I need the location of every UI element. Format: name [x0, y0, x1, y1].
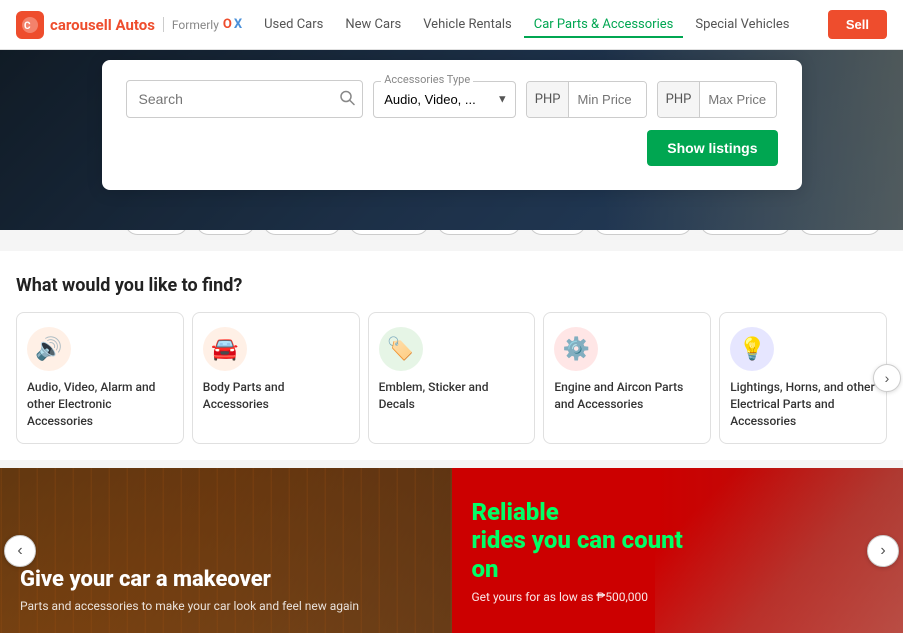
nav-car-parts[interactable]: Car Parts & Accessories	[524, 11, 684, 38]
category-body-icon: 🚘	[203, 327, 247, 371]
logo-icon: C	[16, 11, 44, 39]
accessories-label: Accessories Type	[381, 73, 473, 86]
category-emblem[interactable]: 🏷️ Emblem, Sticker and Decals	[368, 312, 536, 444]
categories-next-button[interactable]: ›	[873, 364, 901, 392]
banner-reliable-word: Reliable	[472, 498, 559, 526]
banners-section: ‹ Give your car a makeover Parts and acc…	[0, 468, 903, 633]
banner-next-button[interactable]: ›	[867, 535, 899, 567]
category-emblem-icon: 🏷️	[379, 327, 423, 371]
logo-brand: carousell Autos	[50, 16, 155, 34]
logo-area: C carousell Autos	[16, 11, 155, 39]
search-input-wrap	[126, 80, 364, 118]
search-icon-button[interactable]	[339, 90, 355, 109]
max-price-currency: PHP	[658, 82, 701, 117]
category-audio-icon: 🔊	[27, 327, 71, 371]
search-input[interactable]	[126, 80, 364, 118]
category-body-parts[interactable]: 🚘 Body Parts and Accessories	[192, 312, 360, 444]
banner-left-text: Give your car a makeover Parts and acces…	[20, 567, 359, 613]
category-lighting[interactable]: 💡 Lightings, Horns, and other Electrical…	[719, 312, 887, 444]
banner-makeover-title: Give your car a makeover	[20, 567, 359, 593]
show-listings-button[interactable]: Show listings	[647, 130, 777, 166]
categories-title: What would you like to find?	[16, 275, 887, 296]
banner-makeover[interactable]: Give your car a makeover Parts and acces…	[0, 468, 452, 633]
header: C carousell Autos Formerly OX Used Cars …	[0, 0, 903, 50]
banner-reliable-subtitle: Get yours for as low as ₱500,000	[472, 590, 698, 604]
banner-reliable-title: Reliable rides you can count on	[472, 498, 698, 584]
formerly-label: Formerly	[172, 18, 219, 32]
accessories-dropdown[interactable]: Audio, Video, ... Body Parts and Accesso…	[373, 81, 516, 118]
category-engine-icon: ⚙️	[554, 327, 598, 371]
category-lighting-icon: 💡	[730, 327, 774, 371]
nav-used-cars[interactable]: Used Cars	[254, 11, 333, 38]
accessories-select-wrap: Accessories Type Audio, Video, ... Body …	[373, 81, 516, 118]
category-emblem-label: Emblem, Sticker and Decals	[379, 379, 525, 413]
ox-logo: OX	[223, 17, 242, 32]
main-nav: Used Cars New Cars Vehicle Rentals Car P…	[254, 11, 828, 38]
category-audio-label: Audio, Video, Alarm and other Electronic…	[27, 379, 173, 429]
search-container: Accessories Type Audio, Video, ... Body …	[102, 60, 802, 190]
nav-special-vehicles[interactable]: Special Vehicles	[685, 11, 799, 38]
banner-reliable[interactable]: Reliable rides you can count on Get your…	[452, 468, 903, 633]
nav-new-cars[interactable]: New Cars	[335, 11, 411, 38]
max-price-wrap: PHP	[657, 81, 778, 118]
banner-makeover-subtitle: Parts and accessories to make your car l…	[20, 599, 359, 613]
categories-section: What would you like to find? 🔊 Audio, Vi…	[0, 251, 903, 460]
banner-reliable-rest: rides you can count on	[472, 526, 683, 583]
search-btn-row: Show listings	[126, 130, 778, 166]
max-price-input[interactable]	[700, 82, 777, 117]
search-icon	[339, 90, 355, 106]
sell-button[interactable]: Sell	[828, 10, 887, 39]
svg-text:C: C	[24, 21, 31, 32]
min-price-input[interactable]	[569, 82, 646, 117]
nav-vehicle-rentals[interactable]: Vehicle Rentals	[413, 11, 522, 38]
min-price-wrap: PHP	[526, 81, 647, 118]
category-body-label: Body Parts and Accessories	[203, 379, 349, 413]
category-audio[interactable]: 🔊 Audio, Video, Alarm and other Electron…	[16, 312, 184, 444]
min-price-currency: PHP	[527, 82, 570, 117]
categories-row: 🔊 Audio, Video, Alarm and other Electron…	[16, 312, 887, 444]
banner-prev-button[interactable]: ‹	[4, 535, 36, 567]
banner-right-text: Reliable rides you can count on Get your…	[472, 498, 698, 604]
formerly-area: Formerly OX	[163, 17, 242, 32]
ox-x: X	[234, 17, 242, 32]
search-row: Accessories Type Audio, Video, ... Body …	[126, 80, 778, 118]
category-engine[interactable]: ⚙️ Engine and Aircon Parts and Accessori…	[543, 312, 711, 444]
category-lighting-label: Lightings, Horns, and other Electrical P…	[730, 379, 876, 429]
ox-o: O	[223, 17, 232, 32]
category-engine-label: Engine and Aircon Parts and Accessories	[554, 379, 700, 413]
